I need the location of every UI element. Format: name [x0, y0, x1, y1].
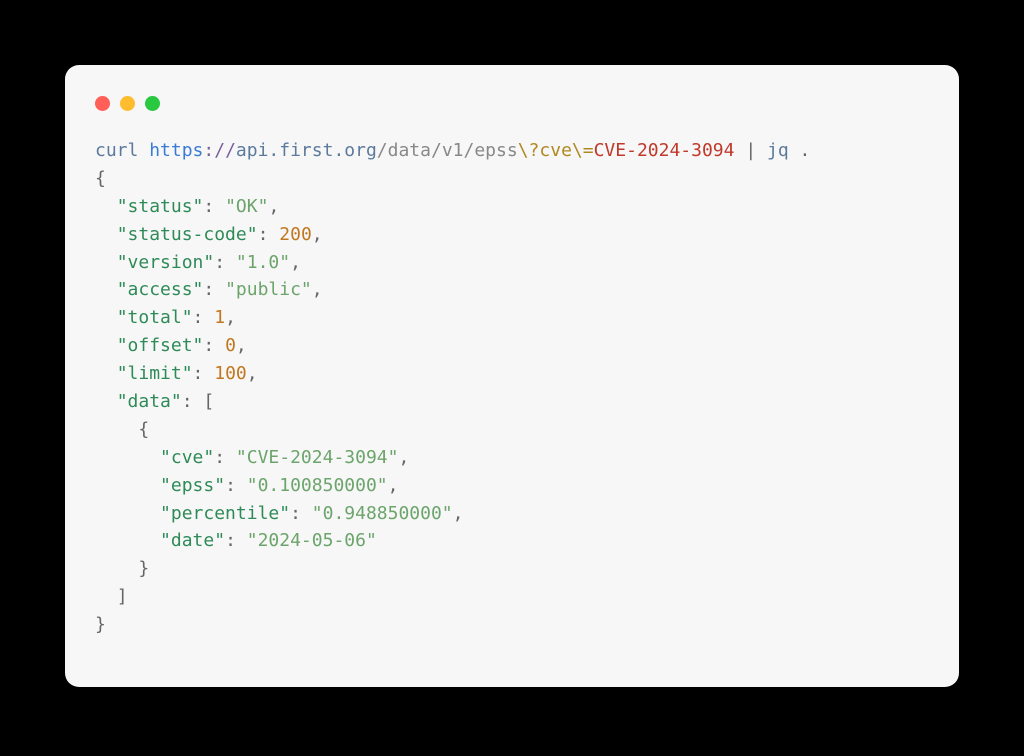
json-val-version: "1.0": [236, 252, 290, 273]
json-key-data: "data": [117, 391, 182, 412]
json-val-epss: "0.100850000": [247, 475, 388, 496]
close-icon[interactable]: [95, 96, 110, 111]
json-key-version: "version": [117, 252, 215, 273]
jq-arg: .: [789, 140, 811, 161]
jq-command: jq: [767, 140, 789, 161]
json-key-limit: "limit": [117, 363, 193, 384]
brace-open: {: [95, 168, 106, 189]
json-val-total: 1: [214, 307, 225, 328]
json-val-limit: 100: [214, 363, 247, 384]
curl-command: curl: [95, 140, 138, 161]
json-key-epss: "epss": [160, 475, 225, 496]
url-endpoint: epss: [474, 140, 517, 161]
json-val-status: "OK": [225, 196, 268, 217]
url-scheme: https: [149, 140, 203, 161]
url-path: /data/v1/: [377, 140, 475, 161]
json-key-status-code: "status-code": [117, 224, 258, 245]
json-val-cve: "CVE-2024-3094": [236, 447, 399, 468]
window-controls: [95, 91, 929, 115]
json-key-total: "total": [117, 307, 193, 328]
json-val-offset: 0: [225, 335, 236, 356]
json-key-cve: "cve": [160, 447, 214, 468]
json-key-access: "access": [117, 279, 204, 300]
escape-equals: \=: [572, 140, 594, 161]
json-key-offset: "offset": [117, 335, 204, 356]
terminal-output: curl https://api.first.org/data/v1/epss\…: [95, 137, 929, 639]
url-host: api.first.org: [236, 140, 377, 161]
brace-close: }: [95, 614, 106, 635]
pipe: |: [734, 140, 767, 161]
cve-argument: CVE-2024-3094: [594, 140, 735, 161]
zoom-icon[interactable]: [145, 96, 160, 111]
json-key-date: "date": [160, 530, 225, 551]
json-val-percentile: "0.948850000": [312, 503, 453, 524]
url-sep: ://: [203, 140, 236, 161]
json-val-date: "2024-05-06": [247, 530, 377, 551]
json-val-status-code: 200: [279, 224, 312, 245]
json-key-status: "status": [117, 196, 204, 217]
query-param: cve: [539, 140, 572, 161]
minimize-icon[interactable]: [120, 96, 135, 111]
json-key-percentile: "percentile": [160, 503, 290, 524]
escape-question: \?: [518, 140, 540, 161]
json-val-access: "public": [225, 279, 312, 300]
terminal-window: curl https://api.first.org/data/v1/epss\…: [65, 65, 959, 687]
